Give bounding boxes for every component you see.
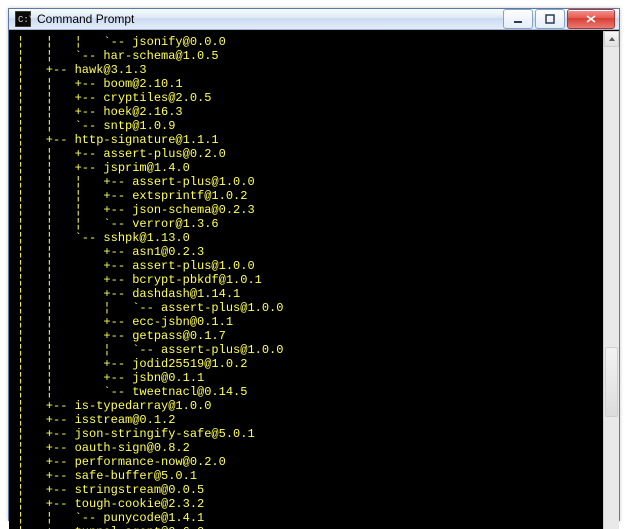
tree-line: ¦ ¦ +-- jsbn@0.1.1 — [17, 371, 597, 385]
tree-line: ¦ +-- tunnel-agent@0.6.0 — [17, 525, 597, 529]
tree-line: ¦ ¦ +-- assert-plus@0.2.0 — [17, 147, 597, 161]
minimize-button[interactable] — [503, 9, 533, 29]
tree-line: ¦ +-- stringstream@0.0.5 — [17, 483, 597, 497]
tree-line: ¦ ¦ `-- har-schema@1.0.5 — [17, 49, 597, 63]
tree-line: ¦ ¦ +-- hoek@2.16.3 — [17, 105, 597, 119]
tree-line: ¦ ¦ +-- dashdash@1.14.1 — [17, 287, 597, 301]
scroll-up-button[interactable] — [604, 31, 619, 47]
tree-line: ¦ +-- tough-cookie@2.3.2 — [17, 497, 597, 511]
tree-line: ¦ ¦ ¦ +-- extsprintf@1.0.2 — [17, 189, 597, 203]
tree-line: ¦ ¦ `-- punycode@1.4.1 — [17, 511, 597, 525]
cmd-icon: C:\ — [15, 11, 31, 27]
desktop-background: C:\ Command Prompt — [0, 0, 628, 529]
maximize-icon — [545, 14, 555, 24]
tree-line: ¦ ¦ ¦ +-- assert-plus@1.0.0 — [17, 175, 597, 189]
tree-line: ¦ ¦ `-- sntp@1.0.9 — [17, 119, 597, 133]
tree-line: ¦ +-- oauth-sign@0.8.2 — [17, 441, 597, 455]
tree-line: ¦ ¦ +-- ecc-jsbn@0.1.1 — [17, 315, 597, 329]
tree-line: ¦ ¦ ¦ `-- assert-plus@1.0.0 — [17, 301, 597, 315]
tree-line: ¦ ¦ +-- bcrypt-pbkdf@1.0.1 — [17, 273, 597, 287]
tree-line: ¦ ¦ +-- jsprim@1.4.0 — [17, 161, 597, 175]
command-prompt-window: C:\ Command Prompt — [8, 8, 620, 521]
window-controls — [501, 9, 615, 29]
tree-line: ¦ ¦ ¦ `-- verror@1.3.6 — [17, 217, 597, 231]
vertical-scrollbar[interactable] — [603, 31, 619, 529]
tree-line: ¦ ¦ `-- sshpk@1.13.0 — [17, 231, 597, 245]
tree-line: ¦ ¦ +-- getpass@0.1.7 — [17, 329, 597, 343]
tree-line: ¦ ¦ `-- tweetnacl@0.14.5 — [17, 385, 597, 399]
tree-line: ¦ +-- isstream@0.1.2 — [17, 413, 597, 427]
terminal-output[interactable]: ¦ ¦ ¦ `-- jsonify@0.0.0¦ ¦ `-- har-schem… — [9, 31, 603, 529]
window-title: Command Prompt — [37, 12, 134, 26]
tree-line: ¦ ¦ ¦ `-- assert-plus@1.0.0 — [17, 343, 597, 357]
chevron-up-icon — [608, 35, 616, 43]
tree-line: ¦ ¦ +-- jodid25519@1.0.2 — [17, 357, 597, 371]
titlebar[interactable]: C:\ Command Prompt — [9, 9, 619, 30]
tree-line: ¦ +-- json-stringify-safe@5.0.1 — [17, 427, 597, 441]
minimize-icon — [513, 14, 523, 24]
svg-text:C:\: C:\ — [18, 15, 31, 25]
tree-line: ¦ ¦ ¦ +-- json-schema@0.2.3 — [17, 203, 597, 217]
tree-line: ¦ ¦ +-- asn1@0.2.3 — [17, 245, 597, 259]
close-icon — [585, 14, 597, 24]
tree-line: ¦ ¦ +-- boom@2.10.1 — [17, 77, 597, 91]
client-area: ¦ ¦ ¦ `-- jsonify@0.0.0¦ ¦ `-- har-schem… — [9, 30, 619, 529]
tree-line: ¦ ¦ ¦ `-- jsonify@0.0.0 — [17, 35, 597, 49]
tree-line: ¦ +-- safe-buffer@5.0.1 — [17, 469, 597, 483]
scroll-track[interactable] — [604, 47, 619, 529]
tree-line: ¦ +-- is-typedarray@1.0.0 — [17, 399, 597, 413]
tree-line: ¦ +-- performance-now@0.2.0 — [17, 455, 597, 469]
tree-line: ¦ +-- hawk@3.1.3 — [17, 63, 597, 77]
tree-line: ¦ ¦ +-- assert-plus@1.0.0 — [17, 259, 597, 273]
tree-line: ¦ +-- http-signature@1.1.1 — [17, 133, 597, 147]
close-button[interactable] — [567, 9, 615, 29]
scroll-thumb[interactable] — [605, 347, 618, 417]
tree-line: ¦ ¦ +-- cryptiles@2.0.5 — [17, 91, 597, 105]
maximize-button[interactable] — [535, 9, 565, 29]
